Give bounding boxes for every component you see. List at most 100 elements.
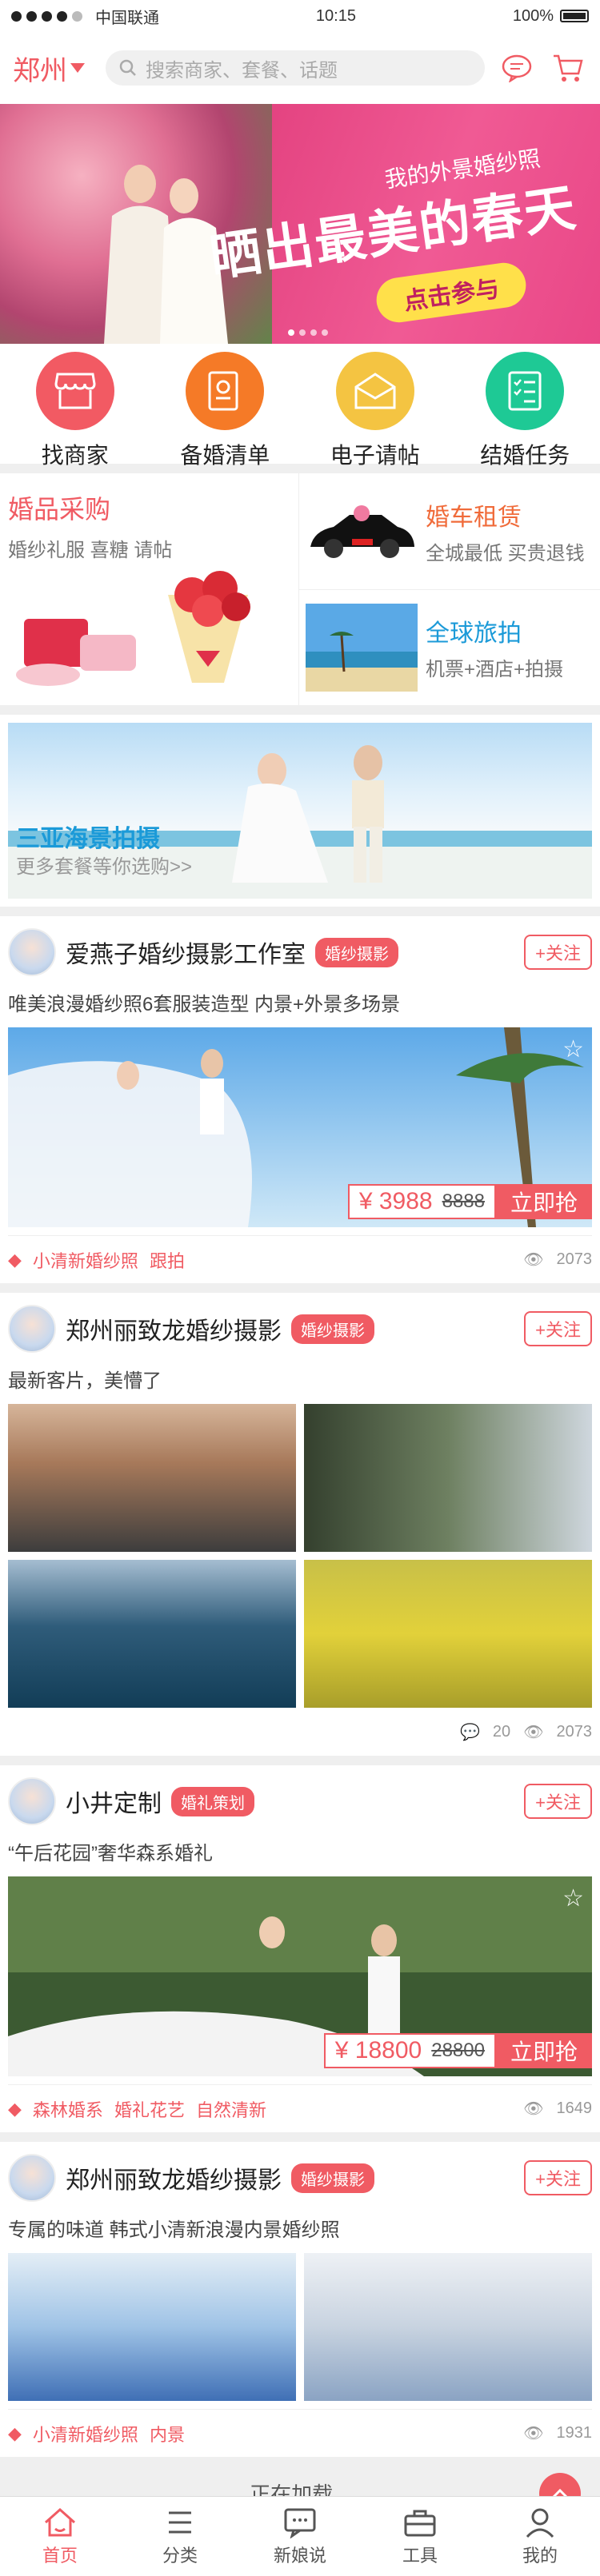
carousel-dot[interactable] [288, 329, 294, 336]
comment-count: 20 [492, 1722, 511, 1741]
city-selector[interactable]: 郑州 [13, 49, 93, 88]
tab-home[interactable]: 首页 [12, 2506, 108, 2567]
category-tasks[interactable]: 结婚任务 [465, 352, 585, 470]
message-icon [502, 54, 532, 82]
post-photo[interactable]: ☆ ¥ 3988 8888 立即抢 [8, 1027, 592, 1227]
post-description: 专属的味道 韩式小清新浪漫内景婚纱照 [8, 2219, 340, 2241]
post-tag[interactable]: 自然清新 [196, 2096, 266, 2122]
sanya-ad[interactable]: 三亚海景拍摄 更多套餐等你选购>> [0, 715, 600, 907]
post-card: 郑州丽致龙婚纱摄影 婚纱摄影 +关注 专属的味道 韩式小清新浪漫内景婚纱照 ◆ … [0, 2142, 600, 2457]
banner-cta[interactable]: 点击参与 [374, 260, 529, 325]
post-tag[interactable]: 小清新婚纱照 [33, 2421, 138, 2446]
message-button[interactable] [498, 49, 536, 87]
post-description: 最新客片，美懵了 [8, 1370, 162, 1392]
grid-photo[interactable] [8, 1404, 296, 1552]
buy-now-button[interactable]: 立即抢 [495, 2033, 592, 2068]
avatar[interactable] [8, 2154, 56, 2202]
tab-mine[interactable]: 我的 [492, 2506, 588, 2567]
current-price: ¥ 3988 [358, 1188, 433, 1214]
promo-subtitle: 机票+酒店+拍摄 [426, 659, 564, 681]
photo-grid [8, 2253, 592, 2401]
promo-title: 全球旅拍 [426, 620, 522, 648]
hero-banner[interactable]: 我的外景婚纱照 晒出最美的春天 点击参与 [0, 104, 600, 344]
category-find-merchant[interactable]: 找商家 [15, 352, 135, 470]
tab-bride-talk[interactable]: 新娘说 [252, 2506, 348, 2567]
original-price: 8888 [442, 1190, 485, 1212]
grid-photo[interactable] [8, 2253, 296, 2401]
carousel-dot[interactable] [310, 329, 317, 336]
promo-title: 婚品采购 [8, 495, 111, 524]
sanya-photo: 三亚海景拍摄 更多套餐等你选购>> [8, 723, 592, 899]
view-count: 2073 [556, 1722, 593, 1741]
tab-label: 首页 [42, 2545, 78, 2566]
follow-button[interactable]: +关注 [524, 1784, 592, 1819]
post-tag[interactable]: 婚礼花艺 [114, 2096, 185, 2122]
category-tag: 婚纱摄影 [291, 2163, 374, 2193]
tag-icon: ◆ [8, 2098, 22, 2119]
post-tag[interactable]: 跟拍 [150, 1247, 185, 1273]
merchant-name[interactable]: 郑州丽致龙婚纱摄影 [66, 2160, 282, 2195]
ad-title: 三亚海景拍摄 [16, 826, 160, 852]
post-tags: ◆ 森林婚系 婚礼花艺 自然清新 [8, 2096, 266, 2122]
carrier: 中国联通 [95, 9, 159, 27]
category-checklist[interactable]: 备婚清单 [165, 352, 285, 470]
tab-label: 我的 [522, 2545, 558, 2566]
post-tag[interactable]: 小清新婚纱照 [33, 1247, 138, 1273]
search-icon [119, 59, 136, 76]
task-list-icon [486, 352, 565, 430]
favorite-icon[interactable]: ☆ [562, 1035, 584, 1063]
grid-photo[interactable] [304, 1404, 592, 1552]
follow-button[interactable]: +关注 [524, 935, 592, 970]
search-input[interactable]: 搜索商家、套餐、话题 [106, 50, 485, 86]
favorite-icon[interactable]: ☆ [562, 1884, 584, 1912]
carousel-dot[interactable] [322, 329, 328, 336]
battery-level: 100% [512, 6, 554, 25]
shop-icon [35, 352, 114, 430]
avatar[interactable] [8, 1777, 56, 1825]
price-tag: ¥ 3988 8888 [347, 1184, 496, 1219]
merchant-name[interactable]: 爱燕子婚纱摄影工作室 [66, 935, 306, 970]
top-bar: 郑州 搜索商家、套餐、话题 [0, 32, 600, 104]
carousel-dots [288, 329, 328, 336]
view-count: 2073 [556, 1250, 593, 1268]
grid-photo[interactable] [304, 2253, 592, 2401]
status-bar: 中国联通 10:15 100% [0, 0, 600, 32]
buy-now-button[interactable]: 立即抢 [495, 1184, 592, 1219]
cart-button[interactable] [549, 49, 587, 87]
follow-button[interactable]: +关注 [524, 2160, 592, 2195]
photo-grid [8, 1404, 592, 1708]
carousel-dot[interactable] [299, 329, 306, 336]
tab-label: 工具 [402, 2545, 438, 2566]
grid-photo[interactable] [8, 1560, 296, 1708]
category-tag: 婚礼策划 [171, 1786, 254, 1816]
home-icon [45, 2507, 75, 2536]
post-description: 唯美浪漫婚纱照6套服装造型 内景+外景多场景 [8, 994, 401, 1015]
travel-photo-card[interactable]: 全球旅拍 机票+酒店+拍摄 [299, 588, 600, 706]
eye-icon: 👁 [523, 1723, 544, 1741]
avatar[interactable] [8, 928, 56, 976]
view-count: 1649 [556, 2099, 593, 2117]
category-label: 结婚任务 [480, 443, 570, 468]
category-menu: 找商家 备婚清单 电子请帖 结婚任务 [0, 344, 600, 468]
eye-icon: 👁 [523, 2425, 544, 2442]
tab-category[interactable]: 分类 [132, 2506, 228, 2567]
grid-photo[interactable] [304, 1560, 592, 1708]
merchant-name[interactable]: 小井定制 [66, 1784, 162, 1819]
post-description: “午后花园”奢华森系婚礼 [8, 1843, 213, 1864]
follow-button[interactable]: +关注 [524, 1311, 592, 1346]
avatar[interactable] [8, 1305, 56, 1353]
post-tag[interactable]: 内景 [150, 2421, 185, 2446]
tab-label: 新娘说 [273, 2545, 326, 2566]
post-tags: ◆ 小清新婚纱照 内景 [8, 2421, 185, 2446]
car-rental-card[interactable]: 婚车租赁 全城最低 买贵退钱 [299, 473, 600, 589]
category-invitation[interactable]: 电子请帖 [315, 352, 435, 470]
merchant-name[interactable]: 郑州丽致龙婚纱摄影 [66, 1311, 282, 1346]
tab-tools[interactable]: 工具 [372, 2506, 468, 2567]
invitation-icon [335, 352, 414, 430]
post-photo[interactable]: ☆ ¥ 18800 28800 立即抢 [8, 1876, 592, 2076]
wedding-goods-card[interactable]: 婚品采购 婚纱礼服 喜糖 请帖 [0, 473, 299, 705]
tag-icon: ◆ [8, 1249, 22, 1270]
post-card: 爱燕子婚纱摄影工作室 婚纱摄影 +关注 唯美浪漫婚纱照6套服装造型 内景+外景多… [0, 916, 600, 1283]
price-tag: ¥ 18800 28800 [323, 2033, 496, 2068]
post-tag[interactable]: 森林婚系 [33, 2096, 103, 2122]
